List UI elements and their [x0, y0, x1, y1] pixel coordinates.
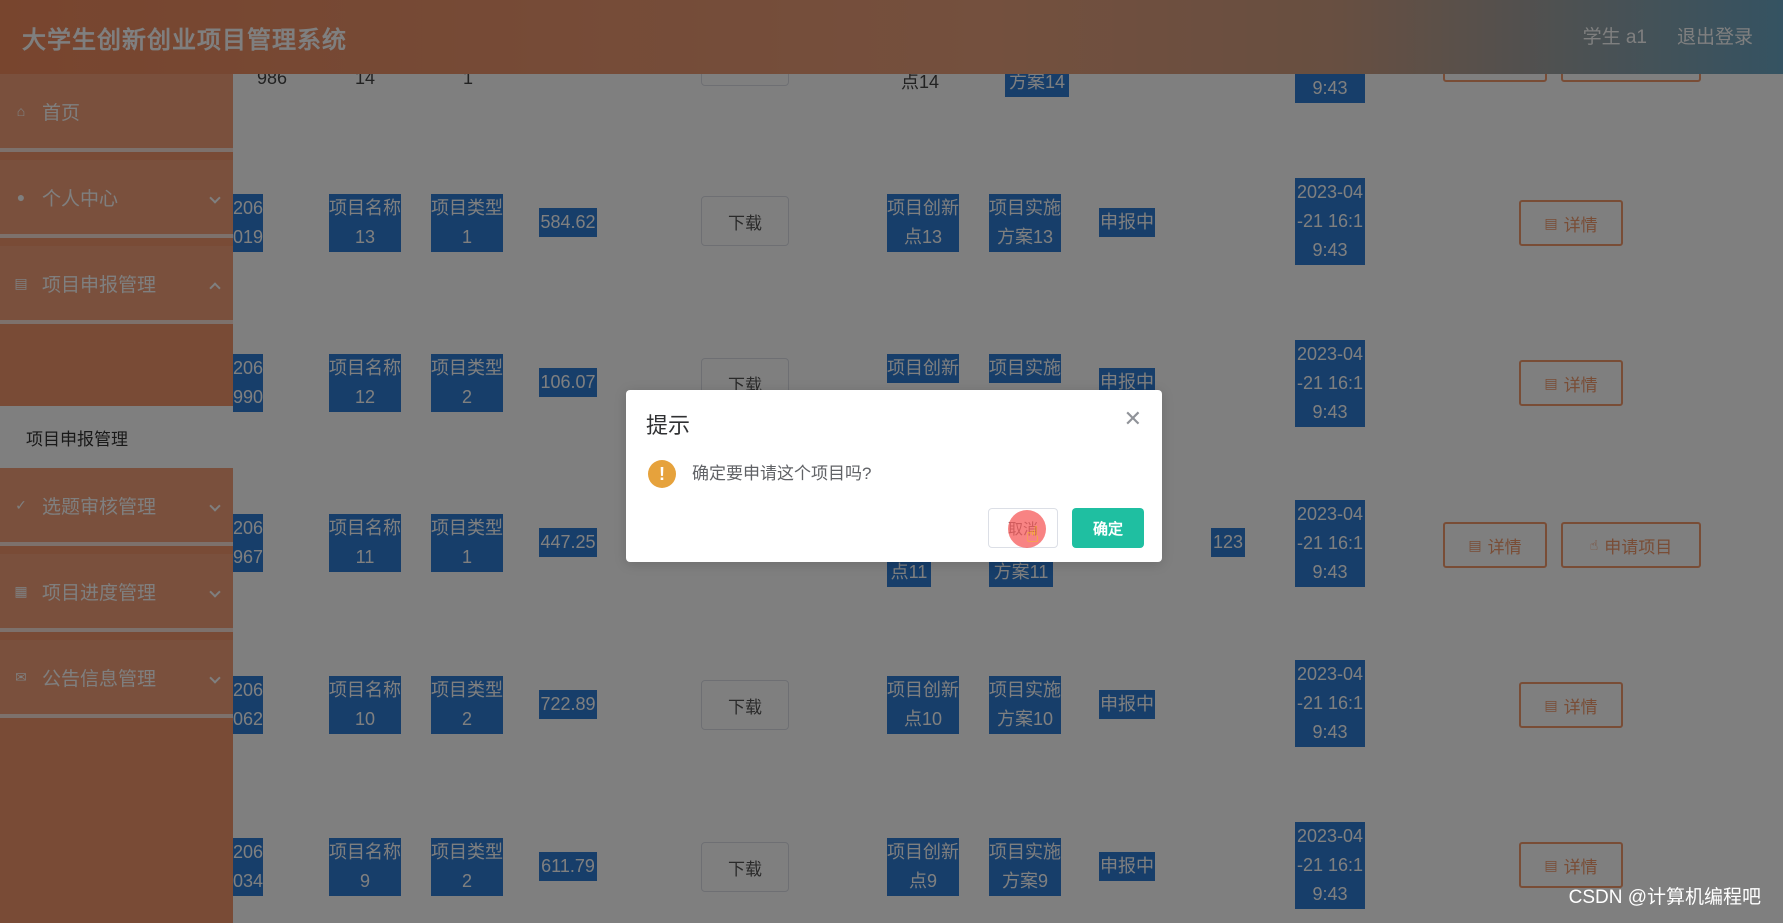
confirm-button[interactable]: 确定 — [1072, 508, 1144, 548]
close-icon[interactable]: ✕ — [1124, 408, 1142, 430]
confirm-dialog: 提示 ✕ ! 确定要申请这个项目吗? 取消 确定 ☝ — [626, 390, 1162, 562]
warning-icon: ! — [648, 460, 676, 488]
hand-cursor-icon: ☝ — [1026, 522, 1040, 547]
dialog-message: 确定要申请这个项目吗? — [692, 464, 872, 483]
dialog-title: 提示 — [646, 413, 691, 438]
watermark: CSDN @计算机编程吧 — [1568, 887, 1761, 908]
